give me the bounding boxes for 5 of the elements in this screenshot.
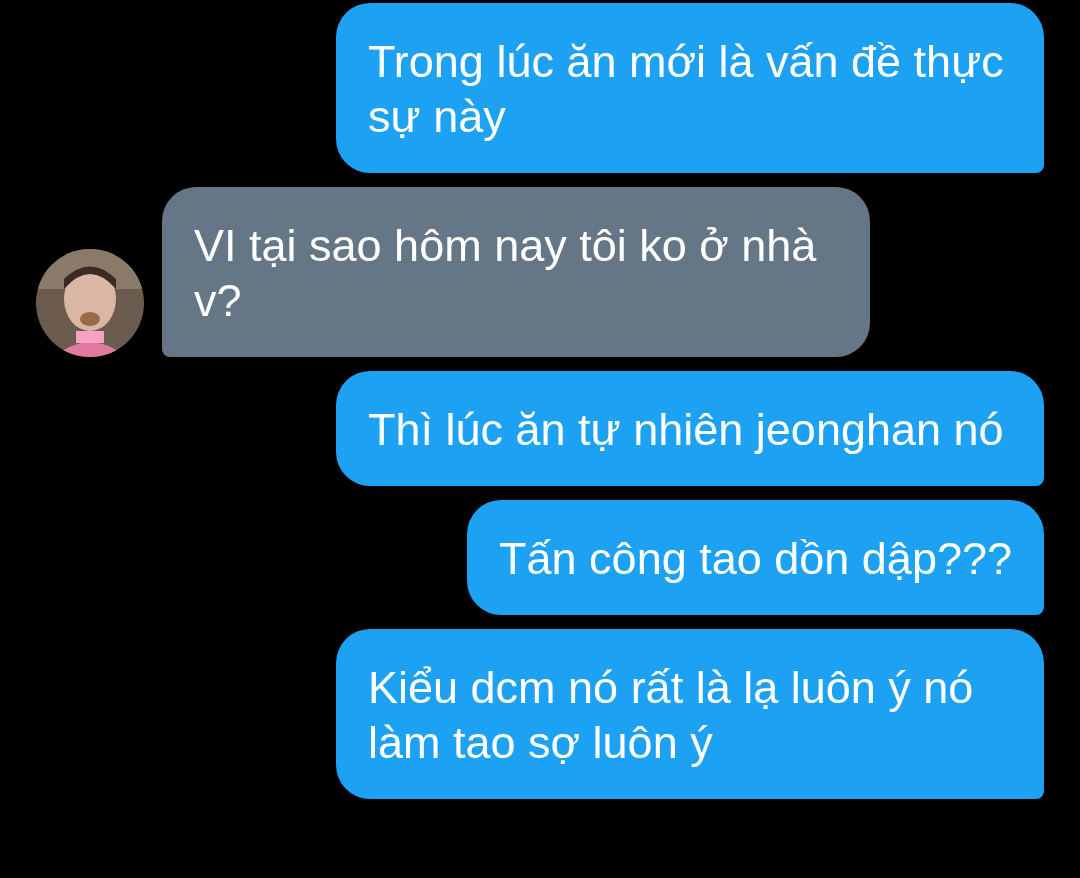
sent-message-bubble: Tấn công tao dồn dập???	[467, 500, 1044, 615]
sent-message-bubble: Kiểu dcm nó rất là lạ luôn ý nó làm tao sợ luôn ý	[336, 629, 1044, 799]
received-message-bubble: VI tại sao hôm nay tôi ko ở nhà v?	[162, 187, 870, 357]
sent-message-bubble: Trong lúc ăn mới là vấn đề thực sự này	[336, 3, 1044, 173]
sent-message-bubble: Thì lúc ăn tự nhiên jeonghan nó	[336, 371, 1044, 486]
